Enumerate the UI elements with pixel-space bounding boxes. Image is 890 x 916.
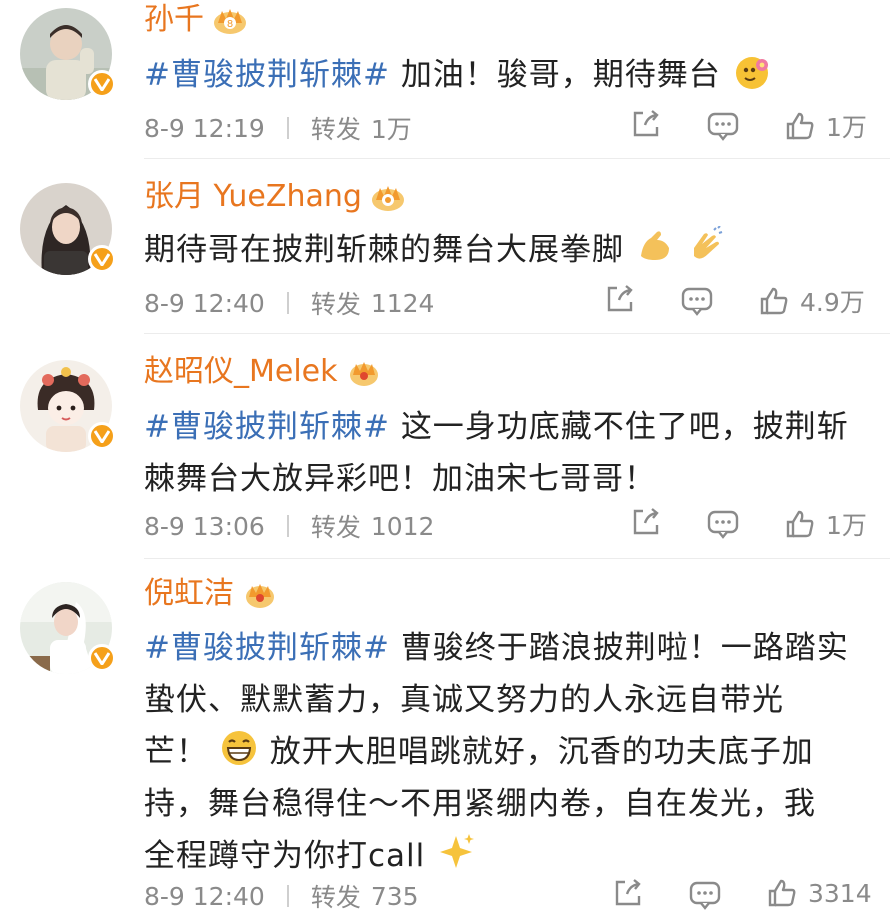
user-name[interactable]: 张月 YueZhang — [144, 179, 362, 215]
comment-icon — [681, 287, 713, 316]
share-icon — [615, 879, 641, 906]
comment-text: 期待哥在披荆斩棘的舞台大展拳脚 — [144, 224, 874, 276]
crown-icon — [371, 186, 404, 211]
comment-icon — [707, 112, 739, 141]
comment-time: 8-9 13:06 — [144, 511, 265, 541]
comment-text: #曹骏披荆斩棘# 这一身功底藏不住了吧，披荆斩 棘舞台大放异彩吧！加油宋七哥哥！ — [144, 409, 849, 497]
thumbs-up-icon — [768, 879, 796, 907]
avatar[interactable] — [20, 582, 116, 674]
svg-text:8: 8 — [227, 19, 233, 30]
comment-time: 8-9 12:40 — [144, 881, 265, 911]
comment-icon — [707, 510, 739, 539]
like-count: 1万 — [826, 113, 867, 142]
comment-time: 8-9 12:19 — [144, 113, 265, 143]
crown-icon: 8 — [214, 9, 246, 34]
crown-icon — [349, 362, 378, 386]
repost-label[interactable]: 转发 — [311, 508, 361, 544]
comment-text: #曹骏披荆斩棘# 曹骏终于踏浪披荆啦！一路踏实 蛰伏、默默蓄力，真诚又努力的人永… — [144, 630, 849, 874]
thumbs-up-icon — [786, 112, 814, 140]
sparkles-emoji-icon — [440, 834, 475, 868]
like-count: 3314 — [808, 878, 872, 908]
comment-button[interactable] — [680, 285, 714, 317]
like-count: 4.9万 — [800, 288, 865, 317]
share-button[interactable] — [630, 108, 662, 140]
comment-time: 8-9 12:40 — [144, 288, 265, 318]
share-button[interactable] — [612, 877, 644, 909]
clapping-hands-emoji-icon — [693, 226, 723, 259]
like-button[interactable]: 4.9万 — [758, 283, 865, 319]
divider — [144, 158, 890, 159]
flower-emoji-icon — [735, 57, 768, 89]
verified-v-icon — [88, 245, 116, 273]
thumbs-up-icon — [760, 287, 788, 315]
thumbs-up-icon — [786, 510, 814, 538]
repost-count: 735 — [370, 881, 419, 911]
flexed-biceps-emoji-icon — [640, 231, 669, 260]
hashtag-link[interactable]: #曹骏披荆斩棘# — [144, 57, 390, 93]
comment-icon — [689, 881, 721, 910]
divider — [144, 558, 890, 559]
comment-item: 孙千 8 #曹骏披荆斩棘# 加油！骏哥，期待舞台 8-9 12:19 转发 1万 — [0, 0, 890, 160]
share-icon — [607, 285, 633, 312]
repost-label[interactable]: 转发 — [311, 110, 361, 146]
divider — [286, 885, 289, 907]
comment-button[interactable] — [706, 110, 740, 142]
repost-count: 1012 — [370, 511, 435, 541]
user-name[interactable]: 孙千 — [144, 2, 204, 38]
verified-v-icon — [88, 644, 116, 672]
comment-button[interactable] — [706, 508, 740, 540]
share-button[interactable] — [604, 283, 636, 315]
divider — [144, 333, 890, 334]
divider — [286, 515, 289, 537]
verified-v-icon — [88, 70, 116, 98]
user-name[interactable]: 赵昭仪_Melek — [144, 354, 338, 390]
avatar[interactable] — [20, 183, 116, 275]
share-button[interactable] — [630, 506, 662, 538]
avatar[interactable] — [20, 360, 116, 452]
repost-count: 1124 — [370, 288, 435, 318]
comment-button[interactable] — [688, 879, 722, 911]
divider — [286, 292, 289, 314]
repost-count: 1万 — [370, 115, 412, 144]
divider — [286, 117, 289, 139]
like-count: 1万 — [826, 511, 867, 540]
comment-text: #曹骏披荆斩棘# 加油！骏哥，期待舞台 — [144, 49, 874, 101]
like-button[interactable]: 1万 — [784, 506, 867, 542]
share-icon — [633, 110, 659, 137]
verified-v-icon — [88, 422, 116, 450]
comment-item: 倪虹洁 #曹骏披荆斩棘# 曹骏终于踏浪披荆啦！一路踏实 蛰伏、默默蓄力，真诚又努… — [0, 572, 890, 916]
hashtag-link[interactable]: #曹骏披荆斩棘# — [144, 409, 390, 445]
comment-item: 赵昭仪_Melek #曹骏披荆斩棘# 这一身功底藏不住了吧，披荆斩 棘舞台大放异… — [0, 350, 890, 570]
grinning-face-emoji-icon — [221, 731, 256, 765]
repost-label[interactable]: 转发 — [311, 285, 361, 321]
avatar[interactable] — [20, 8, 116, 100]
share-icon — [633, 508, 659, 535]
hashtag-link[interactable]: #曹骏披荆斩棘# — [144, 630, 390, 666]
user-name[interactable]: 倪虹洁 — [144, 576, 234, 612]
like-button[interactable]: 3314 — [766, 877, 872, 909]
repost-label[interactable]: 转发 — [311, 878, 361, 914]
like-button[interactable]: 1万 — [784, 108, 867, 144]
comment-item: 张月 YueZhang 期待哥在披荆斩棘的舞台大展拳脚 8-9 12:40 转发… — [0, 175, 890, 335]
crown-icon — [246, 584, 274, 608]
